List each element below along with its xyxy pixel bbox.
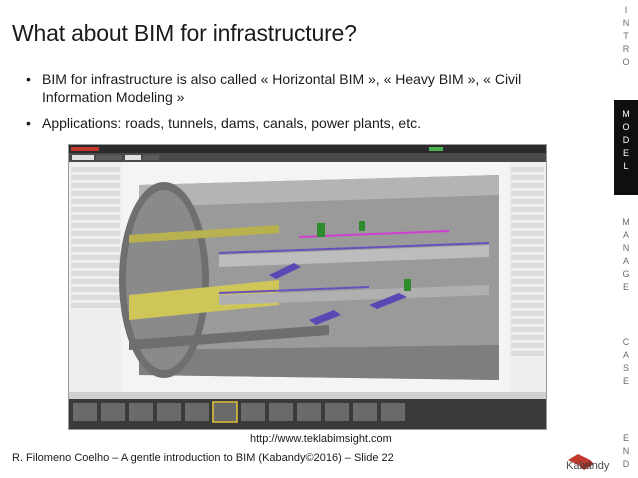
bullet-item: Applications: roads, tunnels, dams, cana…: [26, 114, 586, 132]
nav-letter: M: [622, 217, 630, 227]
reference-url[interactable]: http://www.teklabimsight.com: [250, 433, 392, 445]
nav-letter: A: [622, 230, 629, 240]
nav-letter: T: [623, 31, 629, 41]
nav-section-manage[interactable]: M A N A G E: [614, 216, 638, 294]
nav-letter: E: [622, 148, 629, 158]
nav-letter: A: [622, 256, 629, 266]
nav-letter: I: [624, 5, 628, 15]
nav-letter: G: [622, 269, 630, 279]
nav-letter: N: [622, 18, 630, 28]
nav-letter: C: [622, 337, 630, 347]
nav-letter: D: [622, 135, 630, 145]
nav-letter: O: [622, 122, 630, 132]
nav-letter: D: [622, 459, 630, 469]
tekla-bimsight-screenshot: [68, 144, 547, 430]
nav-letter: R: [622, 44, 630, 54]
nav-letter: N: [622, 446, 630, 456]
nav-letter: E: [622, 433, 629, 443]
nav-letter: O: [622, 57, 630, 67]
nav-section-intro[interactable]: I N T R O: [614, 4, 638, 69]
nav-letter: S: [622, 363, 629, 373]
nav-section-end[interactable]: E N D: [614, 432, 638, 471]
nav-letter: E: [622, 282, 629, 292]
nav-letter: L: [623, 161, 629, 171]
nav-section-case[interactable]: C A S E: [614, 336, 638, 388]
nav-letter: E: [622, 376, 629, 386]
nav-letter: N: [622, 243, 630, 253]
nav-letter: M: [622, 109, 630, 119]
nav-letter: A: [622, 350, 629, 360]
nav-section-model[interactable]: M O D E L: [614, 100, 638, 195]
bullet-item: BIM for infrastructure is also called « …: [26, 70, 586, 106]
section-navigation: I N T R O M O D E L M A N A G E C A S E …: [614, 0, 638, 478]
slide-title: What about BIM for infrastructure?: [12, 20, 357, 46]
logo-text: Kabandy: [566, 460, 610, 472]
bullet-list: BIM for infrastructure is also called « …: [26, 70, 586, 140]
slide-footer: R. Filomeno Coelho – A gentle introducti…: [12, 452, 394, 464]
